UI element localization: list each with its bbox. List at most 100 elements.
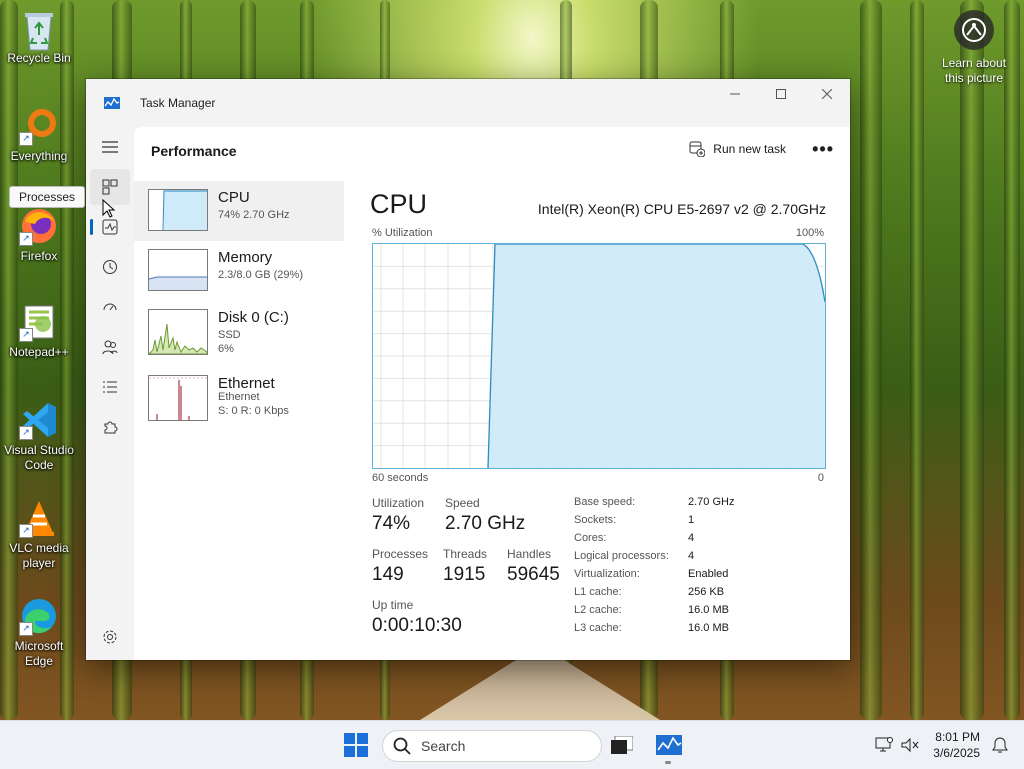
hamburger-menu-button[interactable] <box>90 129 130 165</box>
desktop-icon-everything[interactable]: ↗ Everything <box>0 106 78 164</box>
threads-value: 1915 <box>443 564 486 585</box>
hamburger-icon <box>102 141 118 153</box>
active-app-indicator <box>665 761 671 764</box>
processes-tooltip: Processes <box>9 186 86 208</box>
tray-volume[interactable] <box>896 731 924 759</box>
desktop-icon-label: Firefox <box>20 249 58 263</box>
nav-users[interactable] <box>90 329 130 365</box>
services-puzzle-icon <box>104 421 118 434</box>
spec-key: Cores: <box>574 532 607 544</box>
task-manager-icon <box>104 97 120 109</box>
nav-services[interactable] <box>90 409 130 445</box>
run-task-icon <box>689 141 706 157</box>
spec-key: L1 cache: <box>574 586 622 598</box>
desktop-icon-vlc[interactable]: ↗ VLC media player <box>0 498 78 571</box>
processes-icon <box>102 179 118 195</box>
graph-xlabel-left: 60 seconds <box>372 472 429 484</box>
start-button[interactable] <box>344 733 368 757</box>
performance-resource-list: CPU 74% 2.70 GHz Memory 2.3/8.0 GB (29%)… <box>134 181 344 433</box>
ethernet-thumbnail <box>148 375 208 421</box>
perf-item-name: CPU <box>218 189 250 206</box>
notepadpp-icon: ↗ <box>19 302 59 342</box>
taskbar-app-task-manager[interactable] <box>655 731 683 759</box>
perf-item-name: Ethernet <box>218 375 275 392</box>
startup-gauge-icon <box>103 303 117 311</box>
spec-value: 16.0 MB <box>688 604 729 616</box>
desktop-icon-label: Microsoft Edge <box>14 639 64 668</box>
users-icon <box>102 340 118 355</box>
task-manager-taskbar-icon <box>656 735 682 755</box>
spec-value: 2.70 GHz <box>688 496 735 508</box>
vlc-icon: ↗ <box>19 498 59 538</box>
desktop-icon-recycle-bin[interactable]: Recycle Bin <box>0 8 78 66</box>
desktop-icon-label: Visual Studio Code <box>4 443 74 472</box>
cpu-thumbnail <box>148 189 208 231</box>
desktop-icon-label: Recycle Bin <box>7 51 71 65</box>
utilization-value: 74% <box>372 513 411 534</box>
close-button[interactable] <box>804 79 850 109</box>
processes-value: 149 <box>372 564 404 585</box>
desktop-icon-label: VLC media player <box>9 541 69 570</box>
title-bar[interactable]: Task Manager <box>86 79 850 127</box>
perf-item-ethernet[interactable]: Ethernet Ethernet S: 0 R: 0 Kbps <box>134 367 344 433</box>
utilization-label: Utilization <box>372 496 425 510</box>
clock-date: 3/6/2025 <box>933 746 980 760</box>
nav-details[interactable] <box>90 369 130 405</box>
maximize-icon <box>776 89 786 99</box>
recycle-bin-icon <box>19 8 59 51</box>
taskbar-search-box[interactable]: Search <box>382 730 602 762</box>
uptime-value: 0:00:10:30 <box>372 615 462 636</box>
perf-item-disk[interactable]: Disk 0 (C:) SSD 6% <box>134 301 344 367</box>
nav-startup-apps[interactable] <box>90 289 130 325</box>
perf-item-name: Memory <box>218 249 273 266</box>
everything-icon: ↗ <box>19 106 59 146</box>
perf-item-sub: Ethernet <box>218 391 260 403</box>
minimize-button[interactable] <box>712 79 758 109</box>
desktop-icon-edge[interactable]: ↗ Microsoft Edge <box>0 596 78 669</box>
minimize-icon <box>730 93 740 95</box>
search-icon <box>393 737 411 755</box>
edge-icon: ↗ <box>19 596 59 636</box>
network-monitor-icon <box>875 737 893 752</box>
desktop-icon-firefox[interactable]: ↗ Firefox <box>0 206 78 264</box>
run-new-task-button[interactable]: Run new task <box>689 141 786 157</box>
desktop-icon-notepadpp[interactable]: ↗ Notepad++ <box>0 302 78 360</box>
perf-item-cpu[interactable]: CPU 74% 2.70 GHz <box>134 181 344 241</box>
desktop-icon-label: Everything <box>10 149 68 163</box>
perf-item-memory[interactable]: Memory 2.3/8.0 GB (29%) <box>134 241 344 301</box>
nav-app-history[interactable] <box>90 249 130 285</box>
run-task-label: Run new task <box>713 142 786 156</box>
spec-value: 1 <box>688 514 695 526</box>
spec-key: Sockets: <box>574 514 617 526</box>
uptime-label: Up time <box>372 598 414 612</box>
desktop-icon-vscode[interactable]: ↗ Visual Studio Code <box>0 400 78 473</box>
more-options-button[interactable]: ••• <box>812 139 834 160</box>
perf-item-sub: SSD <box>218 329 241 341</box>
spec-key: L2 cache: <box>574 604 622 616</box>
tray-clock[interactable]: 8:01 PM 3/6/2025 <box>933 729 980 761</box>
windows-logo-icon <box>344 733 368 757</box>
learn-label: Learn about this picture <box>941 56 1007 85</box>
graph-ymax: 100% <box>795 227 824 239</box>
notification-center-button[interactable] <box>986 731 1014 759</box>
desktop-icon-label: Notepad++ <box>9 345 69 359</box>
task-manager-window: Task Manager Performance Run new task ••… <box>86 79 850 660</box>
cpu-model-name: Intel(R) Xeon(R) CPU E5-2697 v2 @ 2.70GH… <box>537 201 826 217</box>
window-title: Task Manager <box>140 96 216 110</box>
taskbar-app-terminal[interactable] <box>608 731 636 759</box>
cpu-utilization-graph <box>372 243 826 469</box>
learn-about-picture[interactable]: Learn about this picture <box>934 10 1014 86</box>
spec-value: 16.0 MB <box>688 622 729 634</box>
disk-thumbnail <box>148 309 208 355</box>
mouse-cursor-icon <box>102 199 116 218</box>
spec-value: 4 <box>688 532 695 544</box>
nav-settings[interactable] <box>90 619 130 655</box>
page-title: Performance <box>151 143 237 159</box>
vscode-icon: ↗ <box>19 400 59 440</box>
handles-value: 59645 <box>507 564 560 585</box>
graph-xlabel-right: 0 <box>817 472 824 484</box>
tray-network[interactable] <box>870 731 898 759</box>
maximize-button[interactable] <box>758 79 804 109</box>
command-bar: Performance Run new task ••• <box>134 127 850 175</box>
spec-key: Logical processors: <box>574 550 669 562</box>
